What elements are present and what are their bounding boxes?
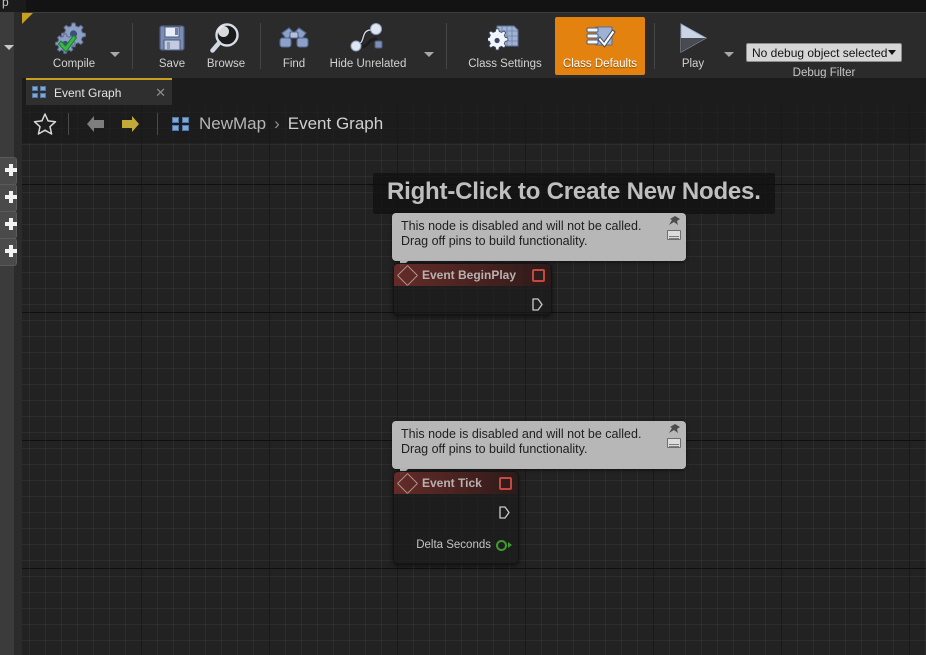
blueprint-toolbar: Compile Save Browse Find Hide Unrelated … bbox=[22, 12, 926, 79]
toolbar-label-compile: Compile bbox=[52, 58, 96, 70]
chevron-down-icon bbox=[888, 50, 896, 55]
floppy-disk-icon bbox=[156, 20, 188, 56]
hide-unrelated-options-caret[interactable] bbox=[422, 47, 436, 61]
play-options-caret[interactable] bbox=[722, 47, 736, 61]
play-triangle-icon bbox=[674, 20, 712, 56]
note-icon[interactable] bbox=[667, 230, 681, 240]
graph-tab-strip: Event Graph ✕ bbox=[22, 78, 926, 105]
node-header: Event Tick bbox=[394, 472, 518, 494]
pushpin-icon[interactable] bbox=[668, 216, 681, 228]
top-text-fragment: p bbox=[2, 0, 9, 9]
top-strip-fill bbox=[26, 0, 926, 12]
blueprint-editor-window: p Compile Save Browse Find Hide Unrelate… bbox=[0, 0, 926, 655]
compile-gears-check-icon bbox=[55, 20, 93, 56]
node-comment-bubble-2[interactable]: This node is disabled and will not be ca… bbox=[392, 421, 686, 477]
left-panel-tab-1[interactable] bbox=[0, 157, 17, 185]
left-strip-shadow bbox=[14, 12, 22, 655]
breadcrumb-divider-1 bbox=[68, 113, 69, 135]
event-graph-icon bbox=[32, 86, 47, 99]
toolbar-button-play[interactable]: Play bbox=[667, 17, 719, 75]
exec-pin-icon[interactable] bbox=[532, 298, 543, 311]
node-event-tick[interactable]: Event Tick Delta Seconds bbox=[393, 471, 519, 564]
toolbar-button-find[interactable]: Find bbox=[270, 17, 318, 75]
toolbar-label-browse: Browse bbox=[206, 58, 246, 70]
toolbar-button-save[interactable]: Save bbox=[144, 17, 200, 75]
pushpin-icon[interactable] bbox=[668, 424, 681, 436]
left-panel-tab-2[interactable] bbox=[0, 184, 17, 212]
breadcrumb-item-newmap[interactable]: NewMap bbox=[199, 114, 266, 134]
toolbar-accent-corner bbox=[22, 13, 33, 24]
left-panel-strip bbox=[0, 12, 22, 655]
node-event-beginplay[interactable]: Event BeginPlay bbox=[393, 263, 552, 315]
note-icon[interactable] bbox=[667, 438, 681, 448]
node-title: Event BeginPlay bbox=[422, 268, 517, 282]
tab-label: Event Graph bbox=[54, 85, 122, 100]
toolbar-button-hide-unrelated[interactable]: Hide Unrelated bbox=[318, 17, 418, 75]
node-title: Event Tick bbox=[422, 476, 482, 490]
debug-object-dropdown[interactable]: No debug object selected bbox=[746, 43, 902, 62]
toolbar-label-play: Play bbox=[681, 58, 705, 70]
float-pin-icon bbox=[496, 539, 507, 551]
toolbar-separator-1 bbox=[132, 23, 133, 69]
disabled-square-icon[interactable] bbox=[532, 268, 545, 282]
toolbar-label-hide-unrelated: Hide Unrelated bbox=[329, 58, 407, 70]
toolbar-button-browse[interactable]: Browse bbox=[198, 17, 254, 75]
binoculars-icon bbox=[277, 20, 311, 56]
comment-line-2: Drag off pins to build functionality. bbox=[401, 442, 588, 456]
node-comment-bubble-1[interactable]: This node is disabled and will not be ca… bbox=[392, 213, 686, 269]
float-pin-arrow bbox=[508, 542, 512, 548]
toolbar-button-class-settings[interactable]: Class Settings bbox=[460, 17, 550, 75]
event-graph-canvas[interactable]: NewMap › Event Graph Right-Click to Crea… bbox=[22, 105, 926, 655]
arrow-left-icon[interactable] bbox=[85, 113, 107, 135]
exec-pin-icon[interactable] bbox=[499, 506, 510, 519]
toolbar-label-save: Save bbox=[158, 58, 186, 70]
breadcrumb-chevron: › bbox=[274, 114, 280, 133]
plus-icon bbox=[5, 191, 17, 203]
star-icon[interactable] bbox=[32, 111, 58, 137]
breadcrumb: NewMap › Event Graph bbox=[22, 105, 926, 143]
node-header: Event BeginPlay bbox=[394, 264, 551, 286]
toolbar-button-compile[interactable]: Compile bbox=[42, 17, 106, 75]
toolbar-separator-4 bbox=[654, 23, 655, 69]
comment-line-1: This node is disabled and will not be ca… bbox=[401, 427, 642, 441]
plus-icon bbox=[5, 164, 17, 176]
close-icon[interactable]: ✕ bbox=[155, 86, 166, 99]
event-diamond-icon bbox=[396, 472, 419, 494]
window-top-strip: p bbox=[0, 0, 926, 12]
node-graph-icon bbox=[346, 20, 390, 56]
pin-label: Delta Seconds bbox=[416, 539, 491, 551]
class-defaults-icon bbox=[583, 20, 617, 56]
toolbar-label-class-defaults: Class Defaults bbox=[562, 58, 638, 70]
magnifier-icon bbox=[209, 20, 243, 56]
tab-event-graph[interactable]: Event Graph ✕ bbox=[26, 78, 172, 105]
node-pin-delta-seconds[interactable]: Delta Seconds bbox=[416, 539, 512, 551]
toolbar-button-class-defaults[interactable]: Class Defaults bbox=[555, 17, 645, 75]
breadcrumb-divider-2 bbox=[157, 113, 158, 135]
left-panel-tab-3[interactable] bbox=[0, 211, 17, 239]
toolbar-label-class-settings: Class Settings bbox=[468, 58, 542, 70]
chevron-down-icon[interactable] bbox=[2, 40, 16, 54]
disabled-square-icon[interactable] bbox=[499, 476, 512, 490]
comment-line-2: Drag off pins to build functionality. bbox=[401, 234, 588, 248]
breadcrumb-item-event-graph[interactable]: Event Graph bbox=[288, 114, 383, 134]
class-settings-icon bbox=[488, 20, 522, 56]
debug-object-value: No debug object selected bbox=[752, 45, 888, 60]
graph-hint-banner: Right-Click to Create New Nodes. bbox=[373, 173, 775, 214]
left-panel-tab-4[interactable] bbox=[0, 238, 17, 266]
toolbar-label-find: Find bbox=[282, 58, 306, 70]
plus-icon bbox=[5, 218, 17, 230]
comment-bubble-tools-1 bbox=[666, 216, 682, 240]
arrow-right-icon[interactable] bbox=[119, 113, 141, 135]
comment-bubble-tools-2 bbox=[666, 424, 682, 448]
event-diamond-icon bbox=[396, 264, 419, 286]
event-graph-icon bbox=[172, 116, 190, 132]
toolbar-separator-3 bbox=[446, 23, 447, 69]
compile-options-caret[interactable] bbox=[108, 47, 122, 61]
comment-line-1: This node is disabled and will not be ca… bbox=[401, 219, 642, 233]
plus-icon bbox=[5, 245, 17, 257]
toolbar-separator-2 bbox=[260, 23, 261, 69]
